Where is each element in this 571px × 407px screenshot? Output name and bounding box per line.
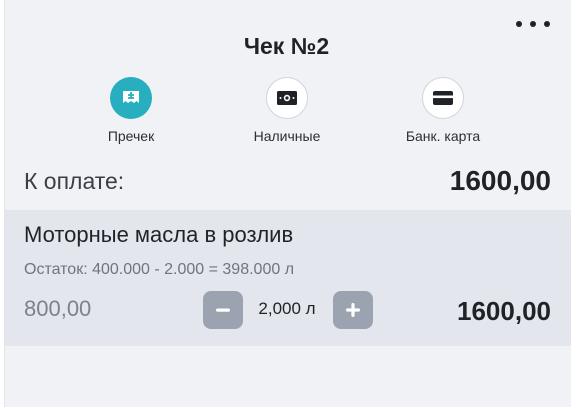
payment-option-cash[interactable]: Наличные [217,77,357,144]
item-sum: 1600,00 [457,296,551,326]
item-remainder: Остаток: 400.000 - 2.000 = 398.000 л [24,261,295,278]
minus-icon [216,308,230,312]
receipt-title: Чек №2 [243,33,330,59]
credit-card-icon [422,77,464,119]
plus-icon [346,303,360,317]
dot [530,21,536,27]
dot [516,21,522,27]
total-row: К оплате: 1600,00 [24,165,551,197]
receipt-panel: Чек №2 Пречек Наличные Банк. карта К опл… [4,0,571,407]
decrease-quantity-button[interactable] [203,291,243,329]
increase-quantity-button[interactable] [333,291,373,329]
payment-option-label: Наличные [253,128,321,144]
payment-option-precheck[interactable]: Пречек [61,77,201,144]
total-value: 1600,00 [449,165,551,196]
payment-option-card[interactable]: Банк. карта [373,77,513,144]
item-quantity[interactable]: 2,000 л [245,299,329,319]
dot [544,21,550,27]
more-options-icon[interactable] [516,17,550,31]
cash-icon [266,77,308,119]
item-price: 800,00 [24,296,92,321]
total-label: К оплате: [24,167,125,194]
receipt-icon [110,77,152,119]
item-name: Моторные масла в розлив [24,222,294,247]
payment-option-label: Пречек [107,128,155,144]
payment-option-label: Банк. карта [405,128,481,144]
list-item[interactable]: Моторные масла в розлив Остаток: 400.000… [5,210,571,346]
